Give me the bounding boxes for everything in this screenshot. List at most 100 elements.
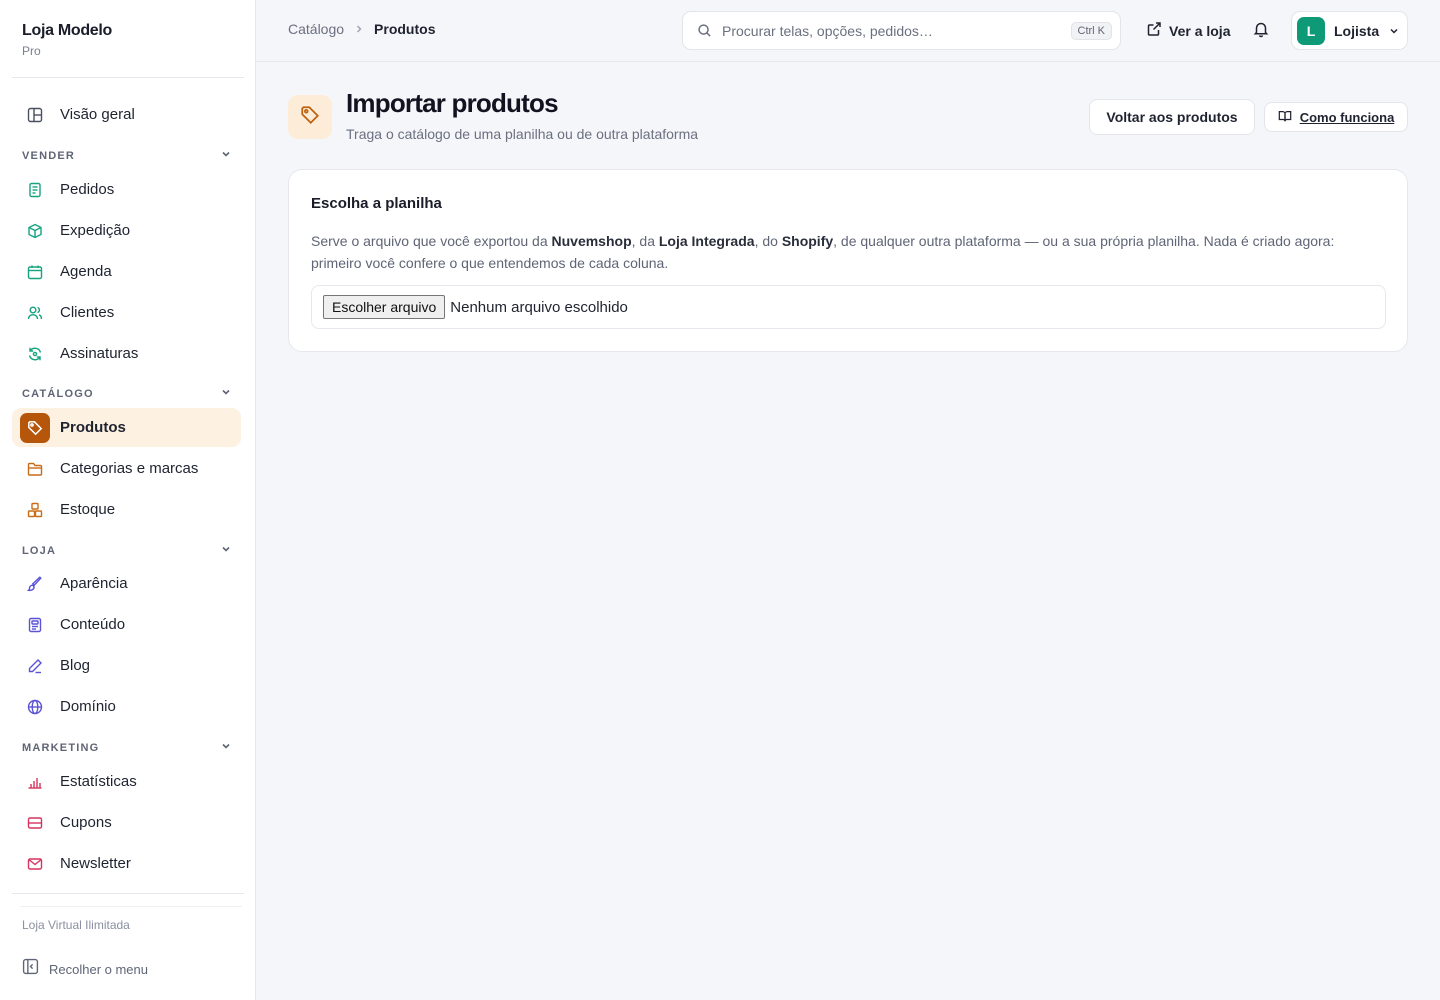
sidebar-item-label: Assinaturas [60, 345, 139, 362]
section-toggle-marketing[interactable]: MARKETING [22, 740, 232, 756]
user-menu[interactable]: L Lojista [1291, 11, 1408, 50]
sidebar-item-label: Clientes [60, 304, 115, 321]
sidebar-item-conteudo[interactable]: Conteúdo [12, 605, 241, 644]
section-label: LOJA [22, 545, 57, 557]
sidebar-item-visao-geral[interactable]: Visão geral [12, 95, 241, 134]
desc-text: , do [754, 233, 782, 249]
store-name: Loja Modelo [22, 22, 113, 39]
section-label: VENDER [22, 150, 76, 162]
sidebar-item-produtos[interactable]: Produtos [12, 408, 241, 447]
sidebar-item-label: Visão geral [60, 106, 135, 123]
desc-platform: Loja Integrada [658, 233, 755, 249]
chevron-down-icon [1388, 25, 1400, 37]
globe-icon [20, 692, 50, 722]
brand[interactable]: Loja Modelo Pro [22, 22, 112, 58]
file-input[interactable]: Escolher arquivo Nenhum arquivo escolhid… [311, 285, 1386, 329]
sidebar-divider [12, 77, 244, 78]
external-link-icon [1146, 21, 1162, 40]
search-box[interactable]: Ctrl K [682, 11, 1121, 50]
back-to-products-button[interactable]: Voltar aos produtos [1089, 99, 1255, 135]
document-icon [20, 610, 50, 640]
sidebar-item-assinaturas[interactable]: Assinaturas [12, 334, 241, 373]
ticket-icon [20, 808, 50, 838]
breadcrumb-current: Produtos [374, 21, 436, 37]
breadcrumb: Catálogo Produtos [288, 21, 436, 37]
chevron-down-icon [220, 542, 232, 560]
pencil-icon [20, 651, 50, 681]
top-bar: Catálogo Produtos Ctrl K Ver a loja L Lo… [256, 0, 1440, 62]
sidebar-item-categorias-marcas[interactable]: Categorias e marcas [12, 449, 241, 488]
sidebar-item-pedidos[interactable]: Pedidos [12, 170, 241, 209]
how-it-works-button[interactable]: Como funciona [1264, 102, 1408, 132]
section-label: CATÁLOGO [22, 388, 94, 400]
sidebar-item-label: Aparência [60, 575, 128, 592]
choose-file-button[interactable]: Escolher arquivo [323, 295, 446, 319]
search-shortcut: Ctrl K [1070, 22, 1112, 40]
avatar: L [1297, 16, 1325, 45]
sidebar-item-label: Conteúdo [60, 616, 126, 633]
sidebar-divider [20, 906, 242, 907]
package-icon [20, 216, 50, 246]
chevron-right-icon [354, 24, 364, 34]
sidebar-item-label: Agenda [60, 263, 112, 280]
boxes-icon [20, 495, 50, 525]
section-toggle-loja[interactable]: LOJA [22, 543, 232, 559]
sidebar-collapse-icon [22, 958, 39, 980]
section-toggle-vender[interactable]: VENDER [22, 148, 232, 164]
notifications-button[interactable] [1252, 20, 1270, 43]
sidebar-item-blog[interactable]: Blog [12, 646, 241, 685]
breadcrumb-catalogo[interactable]: Catálogo [288, 21, 344, 37]
search-input[interactable] [722, 22, 1052, 39]
folder-icon [20, 454, 50, 484]
sidebar-item-label: Categorias e marcas [60, 460, 199, 477]
calendar-icon [20, 257, 50, 287]
sidebar-item-expedicao[interactable]: Expedição [12, 211, 241, 250]
sidebar-item-label: Domínio [60, 698, 116, 715]
sidebar-item-label: Newsletter [60, 855, 131, 872]
view-store-link[interactable]: Ver a loja [1146, 21, 1230, 40]
sidebar-item-label: Produtos [60, 419, 126, 436]
refresh-icon [20, 339, 50, 369]
section-label: MARKETING [22, 742, 100, 754]
page-icon [288, 95, 332, 139]
book-icon [1278, 109, 1292, 126]
desc-text: Serve o arquivo que você exportou da [311, 233, 552, 249]
page-title: Importar produtos [346, 88, 559, 118]
file-status: Nenhum arquivo escolhido [450, 298, 628, 316]
card-title: Escolha a planilha [311, 195, 442, 212]
sidebar: Loja Modelo Pro Visão geral VENDER Pedid… [0, 0, 256, 1000]
choose-spreadsheet-card: Escolha a planilha Serve o arquivo que v… [288, 169, 1408, 352]
sidebar-item-estatisticas[interactable]: Estatísticas [12, 762, 241, 801]
users-icon [20, 298, 50, 328]
how-it-works-label: Como funciona [1299, 109, 1395, 125]
sidebar-item-cupons[interactable]: Cupons [12, 803, 241, 842]
sidebar-item-label: Blog [60, 657, 91, 674]
page-subtitle: Traga o catálogo de uma planilha ou de o… [346, 126, 699, 142]
sidebar-item-label: Expedição [60, 222, 131, 239]
sidebar-item-agenda[interactable]: Agenda [12, 252, 241, 291]
tag-icon [20, 412, 50, 443]
brush-icon [20, 569, 50, 599]
sidebar-item-newsletter[interactable]: Newsletter [12, 844, 241, 883]
sidebar-item-estoque[interactable]: Estoque [12, 490, 241, 529]
sidebar-item-clientes[interactable]: Clientes [12, 293, 241, 332]
tag-icon [300, 105, 320, 130]
collapse-menu-button[interactable]: Recolher o menu [22, 958, 148, 980]
mail-icon [20, 849, 50, 879]
layout-icon [20, 100, 50, 130]
sidebar-item-label: Estoque [60, 501, 116, 518]
desc-platform: Shopify [781, 233, 834, 249]
chevron-down-icon [220, 739, 232, 757]
search-icon [697, 23, 712, 38]
sidebar-divider [12, 893, 244, 894]
sidebar-item-dominio[interactable]: Domínio [12, 687, 241, 726]
collapse-menu-label: Recolher o menu [49, 961, 148, 977]
sidebar-item-label: Estatísticas [60, 773, 137, 790]
desc-text: , da [631, 233, 659, 249]
card-description: Serve o arquivo que você exportou da Nuv… [311, 230, 1386, 274]
section-toggle-catalogo[interactable]: CATÁLOGO [22, 386, 232, 402]
plan-note: Loja Virtual Ilimitada [22, 918, 130, 932]
sidebar-item-aparencia[interactable]: Aparência [12, 564, 241, 603]
sidebar-item-label: Pedidos [60, 181, 115, 198]
user-name: Lojista [1334, 22, 1380, 39]
